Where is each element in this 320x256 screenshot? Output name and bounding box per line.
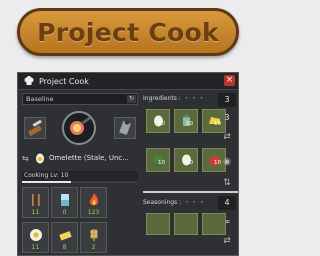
egg-icon [27, 226, 45, 244]
ingredients-label: Ingredients : [143, 94, 181, 102]
frying-pan-icon[interactable] [62, 111, 96, 145]
cooking-level-label: Cooking Lv: 10 [24, 172, 69, 179]
cooking-level-fill [22, 181, 71, 183]
seasoning-count: 4 [218, 196, 236, 210]
stat-value: 2 [91, 244, 96, 251]
stat-value: 11 [31, 209, 40, 216]
window-title: Project Cook [39, 76, 89, 86]
seasonings-label: Seasonings : [143, 198, 182, 206]
shuffle-icon[interactable]: ⇄ [220, 131, 234, 143]
cook-window: Project Cook × Baseline ↻ ⇆ Omelette (St… [17, 72, 239, 256]
stat-egg[interactable]: 11 [22, 222, 49, 253]
switch-recipe-icon[interactable]: ⇆ [22, 154, 34, 163]
cooking-level: Cooking Lv: 10 [22, 171, 138, 183]
stat-wheat[interactable]: 2 [80, 222, 107, 253]
stat-value: 0 [62, 209, 67, 216]
ingredient-slot[interactable]: 10 [146, 109, 170, 133]
title-banner: Project Cook [17, 8, 239, 56]
stat-value: 11 [31, 244, 40, 251]
recipe-selector[interactable]: ⇆ Omelette (Stale, Unc... [22, 151, 138, 165]
stat-utensils[interactable]: 11 [22, 187, 49, 218]
seasonings-dots: • • • [185, 198, 205, 206]
ingredient-count: 3 [218, 93, 236, 107]
stat-butter[interactable]: 8 [51, 222, 78, 253]
preset-value: Baseline [26, 95, 54, 103]
recipe-name: Omelette (Stale, Unc... [49, 154, 129, 162]
banner-title: Project Cook [37, 17, 219, 47]
utensils-icon [27, 191, 45, 209]
section-divider [143, 191, 238, 193]
wheat-icon [85, 226, 103, 244]
glass-icon [56, 191, 74, 209]
right-panel: Ingredients : • • • 3 10 10 10 3 10 10 1… [143, 93, 238, 255]
egg-icon [34, 152, 46, 164]
slot-quantity: 10 [186, 121, 193, 127]
ingredients-header: Ingredients : • • • [143, 93, 204, 103]
ingredient-slot[interactable]: 10 [174, 148, 198, 172]
knife-board-icon[interactable] [24, 117, 46, 139]
slot-quantity: 10 [158, 121, 165, 127]
refresh-icon[interactable]: ↻ [127, 95, 136, 103]
ingredient-slot[interactable]: 10 [146, 148, 170, 172]
ingredient-count-secondary: 3 [224, 113, 230, 122]
preset-dropdown[interactable]: Baseline ↻ [22, 93, 138, 105]
chef-hat-icon [22, 74, 36, 88]
sort-icon[interactable]: ⇅ [220, 177, 234, 189]
shuffle-icon[interactable]: ⇄ [220, 235, 234, 247]
stat-glass[interactable]: 0 [51, 187, 78, 218]
seasoning-slot[interactable] [174, 213, 198, 235]
stat-value: 8 [62, 244, 67, 251]
fire-icon [85, 191, 103, 209]
stat-fire[interactable]: 123 [80, 187, 107, 218]
left-panel: Baseline ↻ ⇆ Omelette (Stale, Unc... Coo… [22, 93, 138, 255]
tool-row [22, 111, 138, 147]
ingredient-slot[interactable]: 10 [174, 109, 198, 133]
slot-quantity: 10 [158, 160, 165, 166]
seasoning-slot[interactable] [202, 213, 226, 235]
seasoning-slot[interactable] [146, 213, 170, 235]
cooking-level-track [22, 181, 138, 183]
stat-value: 123 [87, 209, 100, 216]
title-bar[interactable]: Project Cook × [18, 73, 238, 90]
butter-icon [56, 226, 74, 244]
eye-icon[interactable]: ◉ [220, 156, 234, 168]
ingredients-dots: • • • [184, 94, 205, 102]
close-button[interactable]: × [224, 75, 235, 86]
seasonings-header: Seasonings : • • • [143, 197, 205, 207]
grater-icon[interactable] [114, 117, 136, 139]
slot-quantity: 10 [186, 160, 193, 166]
